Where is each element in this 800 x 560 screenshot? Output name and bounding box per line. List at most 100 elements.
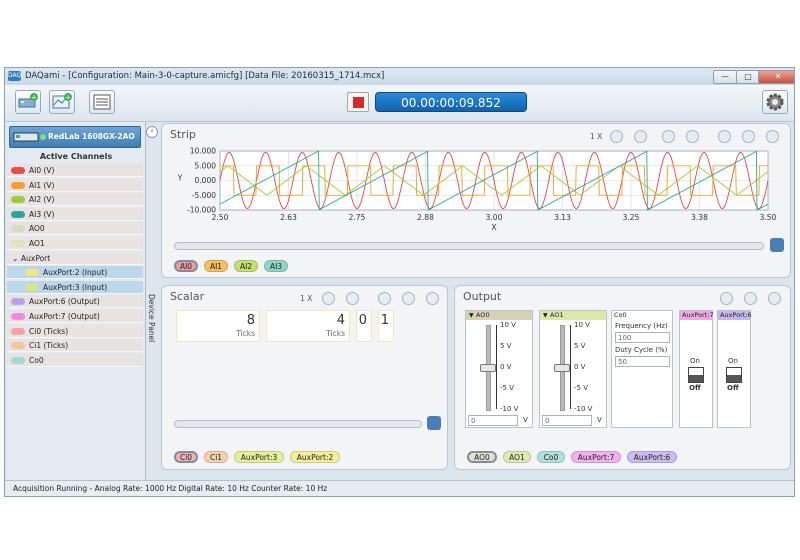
copy-icon[interactable]	[718, 130, 731, 143]
close-button[interactable]: ✕	[758, 70, 794, 84]
scalar-close-icon[interactable]	[426, 292, 439, 305]
ao-unit: V	[523, 416, 528, 424]
channel-chip[interactable]: AI3	[264, 260, 288, 272]
toggle-switch[interactable]	[688, 367, 704, 383]
channel-chip[interactable]: Ci0	[174, 451, 198, 463]
channel-item[interactable]: AuxPort:2 (Input)	[7, 266, 143, 280]
minimize-button[interactable]: —	[713, 70, 737, 84]
collapse-panel-button[interactable]: ‹	[146, 126, 158, 138]
strip-scrollbar[interactable]	[174, 242, 764, 250]
scalar-copy-icon[interactable]	[378, 292, 391, 305]
output-settings-icon[interactable]	[744, 292, 757, 305]
channel-chip[interactable]: Co0	[537, 451, 565, 463]
gear-icon	[766, 93, 784, 111]
scalar-display: 8 Ticks	[176, 310, 260, 342]
channel-item[interactable]: AuxPort:7 (Output)	[7, 310, 143, 323]
add-device-button[interactable]: +	[15, 90, 41, 114]
channel-item[interactable]: AI2 (V)	[7, 193, 143, 207]
settings-button[interactable]	[762, 90, 788, 114]
app-window: DAQ DAQami - [Configuration: Main-3-0-ca…	[4, 67, 795, 497]
ao-scale-tick: -10 V	[500, 405, 519, 413]
analog-output-control: AO0 ▼ 10 V 5 V 0 V -5 V -10 V 0V	[465, 310, 533, 428]
co0-control: Co0 Frequency (Hz) 100 Duty Cycle (%) 50	[611, 310, 673, 428]
channel-item[interactable]: AI1 (V)	[7, 178, 143, 192]
channel-chip[interactable]: Ci1	[204, 451, 228, 463]
channel-chip[interactable]: AuxPort:3	[234, 451, 284, 463]
channel-label: AuxPort	[21, 253, 51, 263]
stop-button[interactable]	[347, 92, 369, 112]
scalar-display: 0	[356, 310, 372, 342]
channel-item[interactable]: Ci0 (Ticks)	[7, 324, 143, 338]
ao-slider-thumb[interactable]	[554, 364, 570, 372]
x-tick-label: 2.75	[349, 213, 366, 222]
channel-item[interactable]: AuxPort:3 (Input)	[7, 280, 143, 294]
scalar-display: 4 Ticks	[266, 310, 350, 342]
scalar-settings-icon[interactable]	[402, 292, 415, 305]
scalar-zoom-out-icon[interactable]	[346, 292, 359, 305]
ao-scale-tick: -10 V	[574, 405, 593, 413]
scalar-lock-icon[interactable]	[427, 416, 441, 430]
channel-chip[interactable]: AuxPort:6	[627, 451, 677, 463]
ao-header: AO0	[466, 311, 532, 320]
lock-icon[interactable]	[770, 238, 784, 252]
pan-left-icon[interactable]	[662, 130, 675, 143]
add-display-button[interactable]: +	[49, 90, 75, 114]
add-device-icon: +	[18, 93, 38, 108]
channel-item[interactable]: AI3 (V)	[7, 207, 143, 221]
scalar-unit: Ticks	[236, 329, 255, 338]
channel-chip[interactable]: AO0	[467, 451, 497, 463]
ao-unit: V	[597, 416, 602, 424]
ao-value-input[interactable]: 0	[542, 415, 592, 426]
chevron-down-icon[interactable]: ⌄	[12, 252, 18, 265]
strip-zoom-level: 1 X	[590, 132, 603, 141]
channel-color-swatch	[11, 167, 25, 174]
ao-slider-thumb[interactable]	[480, 364, 496, 372]
chevron-down-icon[interactable]: ▼	[469, 312, 474, 319]
scalar-value: 1	[380, 313, 389, 328]
channel-color-swatch	[11, 240, 25, 247]
zoom-out-icon[interactable]	[634, 130, 647, 143]
toggle-switch[interactable]	[726, 367, 742, 383]
channel-chip[interactable]: AI1	[204, 260, 228, 272]
scalar-zoom-level: 1 X	[300, 294, 313, 303]
device-item[interactable]: RedLab 1608GX-2AO	[9, 126, 141, 148]
list-icon	[93, 94, 111, 110]
x-tick-label: 3.50	[760, 213, 777, 222]
channel-chip[interactable]: AuxPort:2	[290, 451, 340, 463]
channel-item[interactable]: AO0	[7, 222, 143, 236]
channel-item[interactable]: ⌄ AuxPort	[7, 251, 143, 265]
duty-cycle-input[interactable]: 50	[615, 356, 670, 367]
frequency-input[interactable]: 100	[615, 332, 670, 343]
channel-chip[interactable]: AO1	[503, 451, 531, 463]
channel-item[interactable]: AI0 (V)	[7, 164, 143, 177]
channel-item[interactable]: AuxPort:6 (Output)	[7, 295, 143, 309]
channel-chip[interactable]: AI0	[174, 260, 198, 272]
aux-off-label: Off	[689, 384, 701, 392]
channel-color-swatch	[11, 356, 25, 364]
strip-close-icon[interactable]	[766, 130, 779, 143]
ao-scale-ruler	[570, 325, 571, 409]
scalar-scrollbar[interactable]	[174, 420, 422, 428]
x-tick-label: 3.25	[623, 213, 640, 222]
channel-item[interactable]: Ci1 (Ticks)	[7, 339, 143, 353]
digital-output-control: AuxPort:6 On Off	[717, 310, 752, 428]
channel-chip[interactable]: AI2	[234, 260, 258, 272]
output-copy-icon[interactable]	[720, 292, 733, 305]
channel-chip[interactable]: AuxPort:7	[571, 451, 621, 463]
scalar-value: 0	[358, 313, 367, 328]
zoom-in-icon[interactable]	[610, 130, 623, 143]
svg-text:+: +	[31, 94, 37, 102]
chevron-down-icon[interactable]: ▼	[543, 312, 548, 319]
channel-item[interactable]: Co0	[7, 353, 143, 367]
output-close-icon[interactable]	[768, 292, 781, 305]
maximize-button[interactable]: □	[736, 70, 760, 84]
channel-label: Ci1 (Ticks)	[29, 341, 69, 351]
ao-value-input[interactable]: 0	[468, 415, 518, 426]
device-panel-tab[interactable]: Device Panel	[145, 268, 157, 368]
strip-settings-icon[interactable]	[742, 130, 755, 143]
channel-list-button[interactable]	[89, 90, 115, 114]
scalar-zoom-in-icon[interactable]	[322, 292, 335, 305]
channel-item[interactable]: AO1	[7, 237, 143, 250]
status-bar: Acquisition Running - Analog Rate: 1000 …	[5, 480, 794, 496]
pan-right-icon[interactable]	[686, 130, 699, 143]
